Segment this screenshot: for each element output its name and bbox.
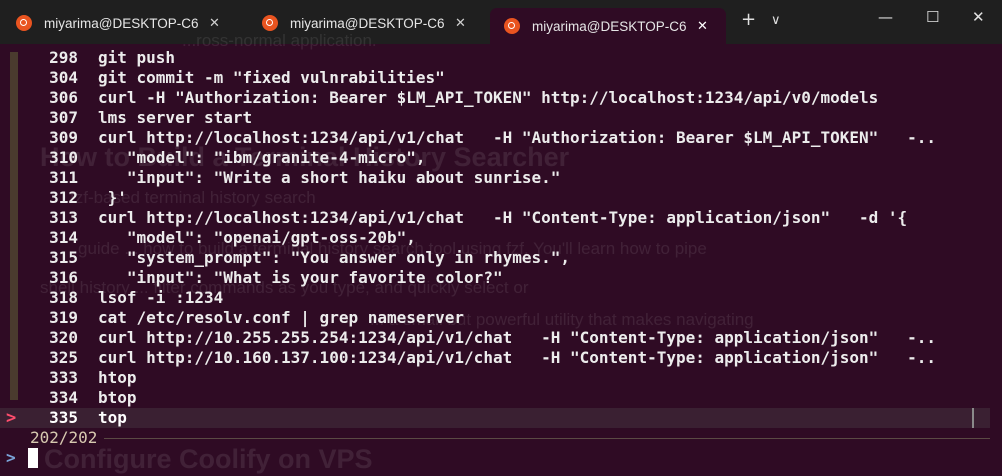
history-command: git commit -m "fixed vulnrabilities" [98, 68, 445, 87]
minimize-icon[interactable]: — [878, 8, 893, 26]
tab-bar: miyarima@DESKTOP-C6KIA4B: ✕ miyarima@DES… [0, 0, 1002, 44]
history-row[interactable]: 319 cat /etc/resolv.conf | grep nameserve… [0, 308, 990, 328]
ubuntu-icon [16, 15, 32, 31]
history-row[interactable]: 312 }' [0, 188, 990, 208]
history-number: 334 [49, 388, 78, 407]
history-command: "input": "What is your favorite color?" [98, 268, 503, 287]
history-command: curl http://10.255.255.254:1234/api/v1/c… [98, 328, 937, 347]
history-command: curl http://localhost:1234/api/v1/chat -… [98, 208, 908, 227]
tab-close-icon[interactable]: ✕ [697, 18, 708, 34]
maximize-icon[interactable]: ☐ [926, 8, 939, 26]
history-command: "system_prompt": "You answer only in rhy… [98, 248, 571, 267]
history-number: 325 [49, 348, 78, 367]
history-command: lsof -i :1234 [98, 288, 224, 307]
ubuntu-icon [262, 15, 278, 31]
history-row-selected[interactable]: 335 top [0, 408, 990, 428]
history-number: 311 [49, 168, 78, 187]
tab-title: miyarima@DESKTOP-C6KIA4B: [290, 15, 445, 31]
new-tab-icon[interactable]: + [741, 9, 756, 30]
history-command: }' [98, 188, 127, 207]
history-number: 306 [49, 88, 78, 107]
chevron-down-icon[interactable]: ∨ [771, 13, 781, 28]
history-row[interactable]: 333 htop [0, 368, 990, 388]
history-row[interactable]: 315 "system_prompt": "You answer only in… [0, 248, 990, 268]
history-command: "model": "openai/gpt-oss-20b", [98, 228, 416, 247]
tab-terminal-3-active[interactable]: miyarima@DESKTOP-C6KIA4E ✕ [490, 8, 726, 44]
history-command: btop [98, 388, 137, 407]
history-row[interactable]: 310 "model": "ibm/granite-4-micro", [0, 148, 990, 168]
history-number: 333 [49, 368, 78, 387]
history-number: 315 [49, 248, 78, 267]
history-command: curl http://10.160.137.100:1234/api/v1/c… [98, 348, 937, 367]
history-row[interactable]: 314 "model": "openai/gpt-oss-20b", [0, 228, 990, 248]
history-number: 310 [49, 148, 78, 167]
history-number: 316 [49, 268, 78, 287]
history-row[interactable]: 304 git commit -m "fixed vulnrabilities" [0, 68, 990, 88]
history-row[interactable]: 311 "input": "Write a short haiku about … [0, 168, 990, 188]
divider [104, 438, 990, 439]
history-number: 309 [49, 128, 78, 147]
history-command: cat /etc/resolv.conf | grep nameserver [98, 308, 465, 327]
history-row[interactable]: 334 btop [0, 388, 990, 408]
history-number: 307 [49, 108, 78, 127]
history-row[interactable]: 318 lsof -i :1234 [0, 288, 990, 308]
history-number: 320 [49, 328, 78, 347]
history-number: 313 [49, 208, 78, 227]
prompt-icon: > [6, 448, 16, 467]
history-row[interactable]: 316 "input": "What is your favorite colo… [0, 268, 990, 288]
history-row[interactable]: 306 curl -H "Authorization: Bearer $LM_AP… [0, 88, 990, 108]
history-command: git push [98, 48, 176, 67]
ubuntu-icon [504, 18, 520, 34]
ghost-heading: Configure Coolify on VPS [44, 444, 373, 474]
history-row[interactable]: 309 curl http://localhost:1234/api/v1/cha… [0, 128, 990, 148]
history-number: 298 [49, 48, 78, 67]
history-command: htop [98, 368, 137, 387]
match-counter: 202/202 [30, 428, 98, 447]
history-command: "input": "Write a short haiku about sunr… [98, 168, 561, 187]
window-close-icon[interactable]: ✕ [972, 8, 985, 26]
history-number: 318 [49, 288, 78, 307]
history-number: 304 [49, 68, 78, 87]
selection-pointer-icon: > [6, 408, 17, 428]
tab-close-icon[interactable]: ✕ [455, 15, 466, 31]
history-command: lms server start [98, 108, 253, 127]
history-command: curl http://localhost:1234/api/v1/chat -… [98, 128, 937, 147]
text-cursor [28, 448, 38, 468]
history-row[interactable]: 313 curl http://localhost:1234/api/v1/cha… [0, 208, 990, 228]
history-command: curl -H "Authorization: Bearer $LM_API_T… [98, 88, 879, 107]
history-command: "model": "ibm/granite-4-micro", [98, 148, 426, 167]
history-number: 335 [49, 408, 78, 427]
history-command: top [98, 408, 127, 427]
history-row[interactable]: 320 curl http://10.255.255.254:1234/api/v… [0, 328, 990, 348]
history-number: 312 [49, 188, 78, 207]
history-row[interactable]: 325 curl http://10.160.137.100:1234/api/v… [0, 348, 990, 368]
tab-title: miyarima@DESKTOP-C6KIA4B: [44, 15, 199, 31]
history-row[interactable]: 298 git push [0, 48, 990, 68]
history-row[interactable]: 307 lms server start [0, 108, 990, 128]
tab-close-icon[interactable]: ✕ [209, 15, 220, 31]
tab-title: miyarima@DESKTOP-C6KIA4E [532, 18, 687, 34]
history-number: 319 [49, 308, 78, 327]
history-number: 314 [49, 228, 78, 247]
history-list[interactable]: 298 git push 304 git commit -m "fixed vuln… [0, 48, 990, 428]
scrollbar[interactable] [972, 408, 974, 428]
